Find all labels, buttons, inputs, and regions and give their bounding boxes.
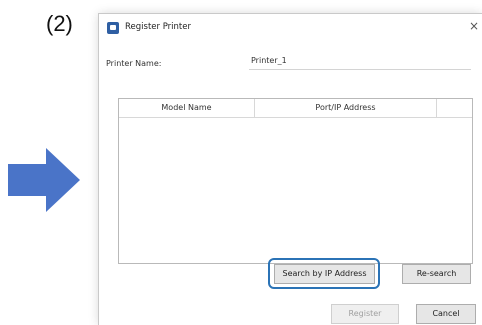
printer-app-icon (107, 22, 119, 34)
re-search-button[interactable]: Re-search (402, 264, 471, 284)
printer-name-label: Printer Name: (106, 59, 162, 68)
column-header-port-ip-address[interactable]: Port/IP Address (255, 99, 437, 117)
step-label: (2) (46, 11, 73, 36)
register-printer-dialog: Register Printer × Printer Name: Model N… (99, 14, 482, 325)
cancel-button[interactable]: Cancel (416, 304, 476, 324)
search-by-ip-address-button[interactable]: Search by IP Address (274, 264, 375, 284)
printer-list[interactable]: Model Name Port/IP Address (118, 98, 473, 264)
arrow-right-icon (8, 148, 80, 212)
close-button[interactable]: × (466, 18, 482, 34)
dialog-title: Register Printer (125, 22, 191, 32)
list-header: Model Name Port/IP Address (119, 99, 472, 118)
column-header-model-name[interactable]: Model Name (119, 99, 255, 117)
printer-name-input[interactable] (249, 52, 471, 70)
column-header-filler (437, 99, 472, 117)
register-button[interactable]: Register (331, 304, 399, 324)
title-bar: Register Printer × (99, 14, 482, 40)
tutorial-figure: (2) Register Printer × Printer Name: Mod… (0, 0, 482, 325)
